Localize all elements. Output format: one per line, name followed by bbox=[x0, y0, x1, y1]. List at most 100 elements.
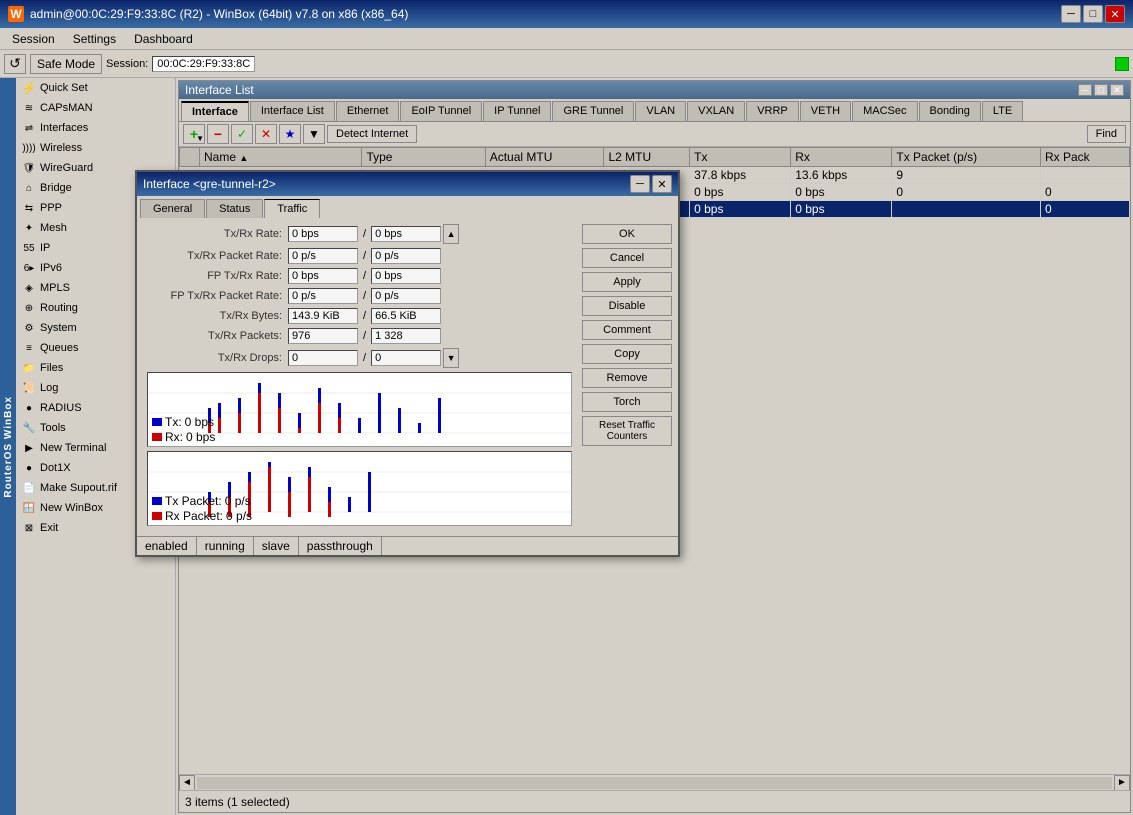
reset-traffic-counters-button[interactable]: Reset Traffic Counters bbox=[582, 416, 672, 446]
panel-minimize-button[interactable]: ─ bbox=[1078, 84, 1092, 96]
menu-session[interactable]: Session bbox=[4, 30, 63, 48]
comment-button[interactable]: Comment bbox=[582, 320, 672, 340]
sidebar-label-quickset: Quick Set bbox=[40, 82, 88, 94]
tab-vrrp[interactable]: VRRP bbox=[746, 101, 799, 121]
safe-mode-button[interactable]: Safe Mode bbox=[30, 54, 102, 74]
tab-vxlan[interactable]: VXLAN bbox=[687, 101, 745, 121]
col-tx[interactable]: Tx bbox=[690, 148, 791, 167]
scroll-up-button[interactable]: ▲ bbox=[443, 224, 459, 244]
disable-button[interactable]: Disable bbox=[582, 296, 672, 316]
txrx-rate-tx-input[interactable] bbox=[288, 226, 358, 242]
find-button[interactable]: Find bbox=[1087, 125, 1126, 143]
tab-lte[interactable]: LTE bbox=[982, 101, 1023, 121]
add-button[interactable]: + ▼ bbox=[183, 124, 205, 144]
sidebar-label-exit: Exit bbox=[40, 522, 58, 534]
txrx-bytes-rx-input[interactable] bbox=[371, 308, 441, 324]
scroll-left-button[interactable]: ◄ bbox=[179, 775, 195, 791]
fp-txrx-rate-rx-input[interactable] bbox=[371, 268, 441, 284]
sidebar-item-wireless[interactable]: )))) Wireless bbox=[16, 138, 175, 158]
dot1x-icon: ● bbox=[22, 461, 36, 475]
sidebar-label-log: Log bbox=[40, 382, 58, 394]
col-name[interactable]: Name ▲ bbox=[200, 148, 362, 167]
apply-button[interactable]: Apply bbox=[582, 272, 672, 292]
tab-gre-tunnel[interactable]: GRE Tunnel bbox=[552, 101, 634, 121]
remove-icon: − bbox=[214, 126, 222, 142]
sidebar-label-new-winbox: New WinBox bbox=[40, 502, 103, 514]
sidebar-item-interfaces[interactable]: ⇌ Interfaces bbox=[16, 118, 175, 138]
txrx-packet-rate-label: Tx/Rx Packet Rate: bbox=[176, 250, 288, 262]
tab-ip-tunnel[interactable]: IP Tunnel bbox=[483, 101, 551, 121]
tab-veth[interactable]: VETH bbox=[800, 101, 851, 121]
disable-button[interactable]: ✕ bbox=[255, 124, 277, 144]
filter-button[interactable]: ▼ bbox=[303, 124, 325, 144]
maximize-button[interactable]: □ bbox=[1083, 5, 1103, 23]
enable-button[interactable]: ✓ bbox=[231, 124, 253, 144]
tab-ethernet[interactable]: Ethernet bbox=[336, 101, 400, 121]
graph1-tx-label: Tx: bbox=[176, 415, 182, 429]
row-rx: 0 bps bbox=[791, 184, 892, 201]
close-button[interactable]: ✕ bbox=[1105, 5, 1125, 23]
dialog-minimize-button[interactable]: ─ bbox=[630, 175, 650, 193]
menu-dashboard[interactable]: Dashboard bbox=[126, 30, 201, 48]
panel-close-button[interactable]: ✕ bbox=[1110, 84, 1124, 96]
tab-vlan[interactable]: VLAN bbox=[635, 101, 686, 121]
tab-bonding[interactable]: Bonding bbox=[919, 101, 981, 121]
txrx-packets-tx-input[interactable] bbox=[288, 328, 358, 344]
sidebar-item-capsman[interactable]: ≋ CAPsMAN bbox=[16, 98, 175, 118]
panel-title-text: Interface List bbox=[185, 83, 254, 97]
fp-txrx-packet-rate-tx-input[interactable] bbox=[288, 288, 358, 304]
col-flag[interactable] bbox=[180, 148, 200, 167]
traffic-rate-graph: Tx: 0 bps Rx: 0 bps bbox=[176, 372, 572, 447]
txrx-bytes-tx-input[interactable] bbox=[288, 308, 358, 324]
scroll-down-button[interactable]: ▼ bbox=[443, 348, 459, 368]
fp-txrx-rate-tx-input[interactable] bbox=[288, 268, 358, 284]
col-type[interactable]: Type bbox=[362, 148, 485, 167]
ok-button[interactable]: OK bbox=[582, 224, 672, 244]
torch-button[interactable]: Torch bbox=[582, 392, 672, 412]
col-l2-mtu[interactable]: L2 MTU bbox=[604, 148, 690, 167]
detect-internet-button[interactable]: Detect Internet bbox=[327, 125, 417, 143]
txrx-bytes-separator: / bbox=[360, 310, 369, 322]
dialog-tab-general[interactable]: General bbox=[176, 199, 205, 218]
supout-icon: 📄 bbox=[22, 481, 36, 495]
txrx-packet-rate-tx-input[interactable] bbox=[288, 248, 358, 264]
sidebar-item-quickset[interactable]: ⚡ Quick Set bbox=[16, 78, 175, 98]
cancel-button[interactable]: Cancel bbox=[582, 248, 672, 268]
refresh-button[interactable]: ↺ bbox=[4, 54, 26, 74]
scroll-right-button[interactable]: ► bbox=[1114, 775, 1130, 791]
app-icon: W bbox=[8, 6, 24, 22]
wireguard-icon: 🛡 bbox=[22, 161, 36, 175]
dialog-close-button[interactable]: ✕ bbox=[652, 175, 672, 193]
panel-maximize-button[interactable]: □ bbox=[1094, 84, 1108, 96]
col-rx[interactable]: Rx bbox=[791, 148, 892, 167]
tab-eoip-tunnel[interactable]: EoIP Tunnel bbox=[400, 101, 482, 121]
txrx-drops-rx-input[interactable] bbox=[371, 350, 441, 366]
mpls-icon: ◈ bbox=[22, 281, 36, 295]
sort-icon: ▲ bbox=[239, 153, 248, 163]
remove-button[interactable]: − bbox=[207, 124, 229, 144]
content-area: Interface List ─ □ ✕ Interface Interface… bbox=[176, 78, 1133, 815]
txrx-packets-rx-input[interactable] bbox=[371, 328, 441, 344]
remove-button[interactable]: Remove bbox=[582, 368, 672, 388]
col-rx-pack[interactable]: Rx Pack bbox=[1041, 148, 1130, 167]
scroll-track[interactable] bbox=[197, 777, 1112, 789]
menu-settings[interactable]: Settings bbox=[65, 30, 124, 48]
fp-txrx-packet-rate-rx-input[interactable] bbox=[371, 288, 441, 304]
winbox-icon: 🪟 bbox=[22, 501, 36, 515]
sidebar-label-queues: Queues bbox=[40, 342, 79, 354]
tab-interface[interactable]: Interface bbox=[181, 101, 249, 121]
copy-button[interactable]: Copy bbox=[582, 344, 672, 364]
tab-interface-list[interactable]: Interface List bbox=[250, 101, 335, 121]
col-actual-mtu[interactable]: Actual MTU bbox=[485, 148, 604, 167]
minimize-button[interactable]: ─ bbox=[1061, 5, 1081, 23]
dialog-tab-status[interactable]: Status bbox=[206, 199, 263, 218]
comment-button[interactable]: ★ bbox=[279, 124, 301, 144]
dialog-title-buttons: ─ ✕ bbox=[630, 175, 672, 193]
txrx-drops-tx-input[interactable] bbox=[288, 350, 358, 366]
col-tx-packet[interactable]: Tx Packet (p/s) bbox=[892, 148, 1041, 167]
row-tx-packet bbox=[892, 201, 1041, 218]
tab-macsec[interactable]: MACSec bbox=[852, 101, 917, 121]
txrx-packet-rate-rx-input[interactable] bbox=[371, 248, 441, 264]
txrx-rate-rx-input[interactable] bbox=[371, 226, 441, 242]
dialog-tab-traffic[interactable]: Traffic bbox=[264, 199, 320, 218]
